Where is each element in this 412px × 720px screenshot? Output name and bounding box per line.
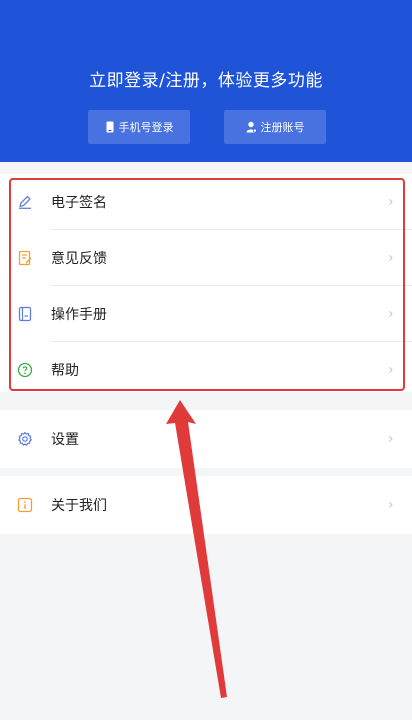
- chevron-right-icon: ›: [388, 431, 394, 447]
- menu-item-label: 意见反馈: [51, 251, 107, 267]
- help-icon: [17, 362, 33, 378]
- menu-item-help[interactable]: 帮助 ›: [0, 342, 412, 398]
- menu-item-settings[interactable]: 设置 ›: [0, 411, 412, 467]
- feedback-icon: [17, 250, 33, 266]
- manual-icon: [17, 306, 33, 322]
- phone-icon: [105, 121, 115, 133]
- chevron-right-icon: ›: [388, 306, 394, 322]
- pen-icon: [17, 194, 33, 210]
- phone-login-label: 手机号登录: [118, 121, 174, 134]
- menu-group-settings: 设置 ›: [0, 410, 412, 468]
- user-icon: [246, 121, 257, 133]
- menu-item-label: 帮助: [51, 363, 79, 379]
- chevron-right-icon: ›: [388, 250, 394, 266]
- login-prompt-title: 立即登录/注册，体验更多功能: [89, 71, 323, 91]
- menu-item-label: 关于我们: [51, 498, 107, 514]
- menu-item-e-signature[interactable]: 电子签名 ›: [0, 174, 412, 230]
- menu-item-label: 电子签名: [51, 195, 107, 211]
- menu-group-about: 关于我们 ›: [0, 476, 412, 534]
- menu-item-label: 操作手册: [51, 307, 107, 323]
- login-header: 立即登录/注册，体验更多功能 手机号登录 注册账号: [0, 0, 412, 162]
- chevron-right-icon: ›: [388, 194, 394, 210]
- phone-login-button[interactable]: 手机号登录: [88, 110, 190, 144]
- menu-item-about-us[interactable]: 关于我们 ›: [0, 477, 412, 533]
- menu-item-feedback[interactable]: 意见反馈 ›: [0, 230, 412, 286]
- menu-item-manual[interactable]: 操作手册 ›: [0, 286, 412, 342]
- chevron-right-icon: ›: [388, 362, 394, 378]
- gear-icon: [17, 431, 33, 447]
- menu-item-label: 设置: [51, 432, 79, 448]
- chevron-right-icon: ›: [388, 497, 394, 513]
- register-button[interactable]: 注册账号: [224, 110, 326, 144]
- register-label: 注册账号: [260, 121, 305, 134]
- menu-group-main: 电子签名 › 意见反馈 › 操作手册 › 帮助 ›: [0, 174, 412, 392]
- info-icon: [17, 497, 33, 513]
